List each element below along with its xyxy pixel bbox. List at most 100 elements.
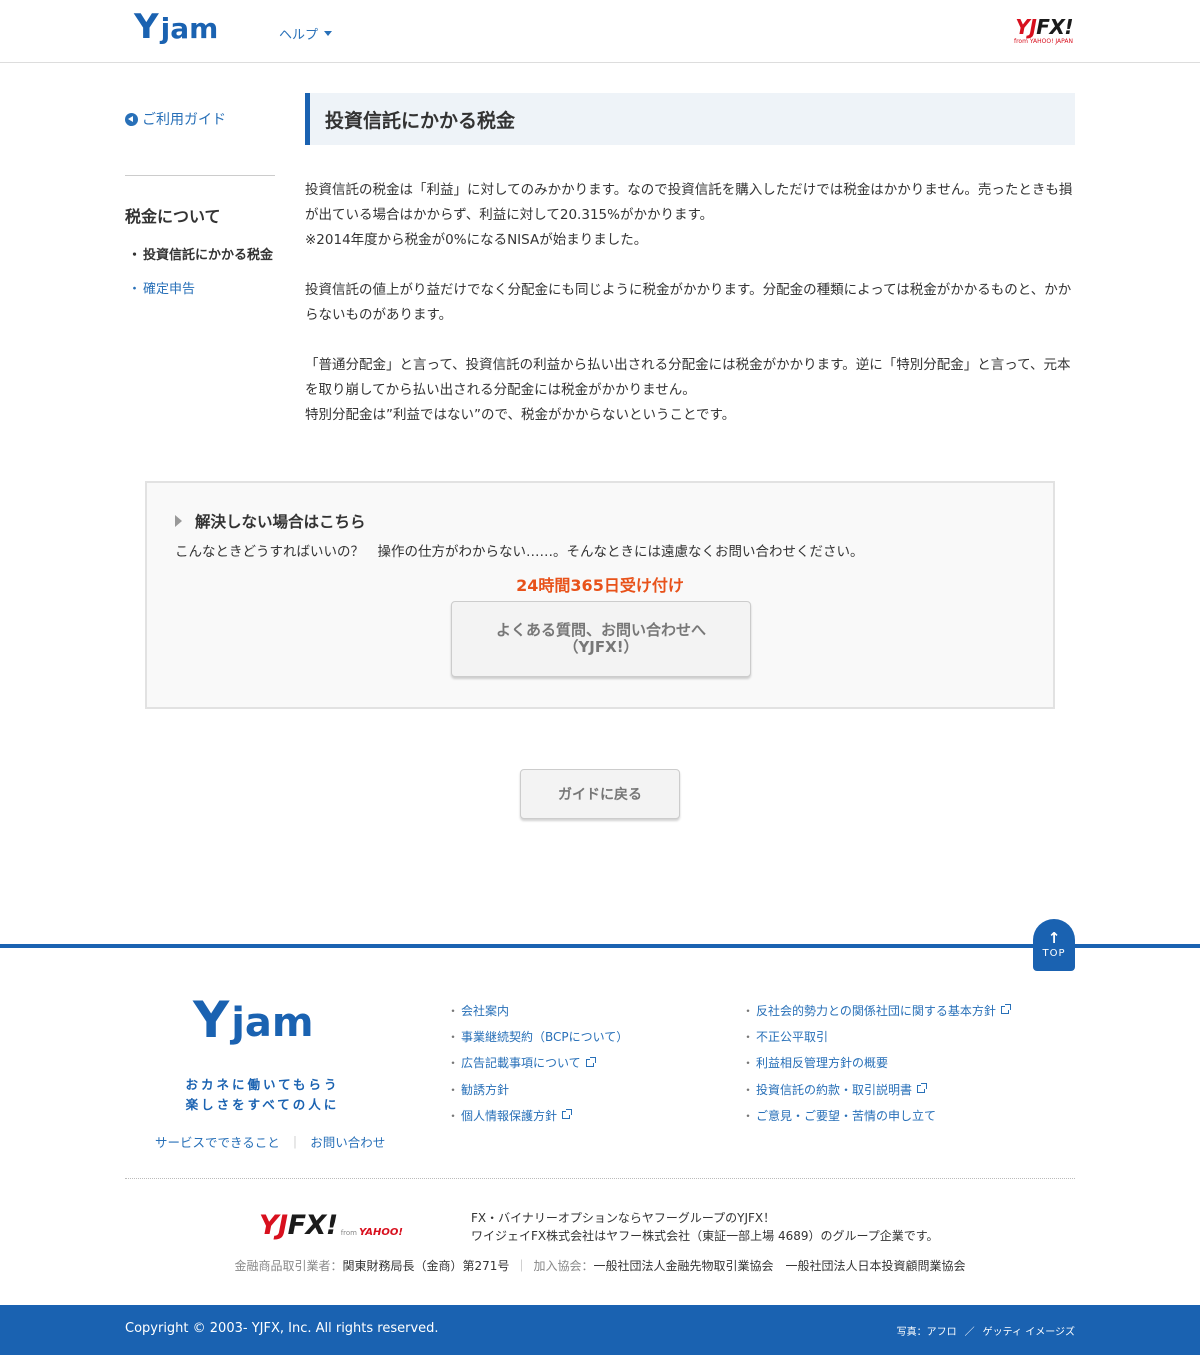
support-hours: 24時間365日受け付け bbox=[516, 576, 684, 595]
copyright: Copyright © 2003- YJFX, Inc. All rights … bbox=[125, 1321, 439, 1336]
footer-link[interactable]: ・事業継続契約（BCPについて） bbox=[447, 1023, 628, 1049]
main-content: 投資信託にかかる税金 投資信託の税金は「利益」に対してのみかかります。なので投資… bbox=[305, 93, 1075, 453]
paragraph-line: 特別分配金は”利益ではない”ので、税金がかからないということです。 bbox=[305, 407, 736, 423]
footer-link[interactable]: ・個人情報保護方針 bbox=[447, 1102, 628, 1128]
footer-company-description: FX・バイナリーオプションならヤフーグループのYJFX！ ワイジェイFX株式会社… bbox=[471, 1209, 939, 1245]
footer-link-label: 広告記載事項について bbox=[461, 1056, 581, 1071]
footer-tagline: おカネに働いてもらう 楽しさをすべての人に bbox=[155, 1075, 370, 1115]
footer-link[interactable]: ・反社会的勢力との関係社団に関する基本方針 bbox=[742, 997, 1011, 1023]
footer-yjfx-mark: YJFX! bbox=[259, 1212, 338, 1239]
footer-link-label: 会社案内 bbox=[461, 1003, 510, 1018]
reg-value: 一般社団法人金融先物取引業協会 一般社団法人日本投資顧問業協会 bbox=[593, 1259, 966, 1273]
guide-link-label: ご利用ガイド bbox=[142, 112, 226, 128]
paragraph-line: 投資信託の値上がり益だけでなく分配金にも同じように税金がかかります。分配金の種類… bbox=[305, 282, 1072, 323]
footer-dotted-divider bbox=[125, 1178, 1075, 1179]
circle-arrow-left-icon bbox=[125, 112, 138, 126]
footer-registration: 金融商品取引業者：関東財務局長（金商）第271号 ｜ 加入協会：一般社団法人金融先物… bbox=[0, 1257, 1200, 1274]
back-to-guide-button[interactable]: ガイドに戻る bbox=[520, 769, 680, 819]
footer-link[interactable]: ・ご意見・ご要望・苦情の申し立て bbox=[742, 1102, 1009, 1128]
description-line: FX・バイナリーオプションならヤフーグループのYJFX！ bbox=[471, 1211, 776, 1225]
footer-link-label: 勧誘方針 bbox=[461, 1082, 510, 1097]
help-heading-text: 解決しない場合はこちら bbox=[195, 513, 366, 531]
footer-link[interactable]: ・広告記載事項について bbox=[447, 1050, 628, 1076]
faq-button-line1: よくある質問、お問い合わせへ bbox=[495, 621, 706, 639]
sidebar-item-label: 投資信託にかかる税金 bbox=[143, 248, 274, 263]
footer-link[interactable]: ・勧誘方針 bbox=[447, 1076, 628, 1102]
bullet: ・ bbox=[128, 248, 142, 263]
yjfx-logo-mark: YJFX! bbox=[1015, 17, 1073, 37]
faq-contact-button[interactable]: よくある質問、お問い合わせへ （YJFX!） bbox=[451, 601, 751, 677]
triangle-right-icon bbox=[175, 515, 182, 527]
brand-yahoo: YAHOO! bbox=[358, 1227, 403, 1238]
separator: ｜ bbox=[288, 1135, 302, 1150]
footer-link[interactable]: ・不正公平取引 bbox=[742, 1023, 1009, 1049]
footer-link-label: 個人情報保護方針 bbox=[461, 1108, 558, 1123]
paragraph-line: 投資信託の税金は「利益」に対してのみかかります。なので投資信託を購入しただけでは… bbox=[305, 182, 1073, 223]
help-box: 解決しない場合はこちら こんなときどうすればいいの？ 操作の仕方がわからない……… bbox=[145, 481, 1055, 709]
footer-yjfx-logo[interactable]: YJFX! from YAHOO! bbox=[259, 1212, 403, 1239]
footer-links-column-1: ・会社案内 ・事業継続契約（BCPについて） ・広告記載事項について ・勧誘方針… bbox=[447, 997, 628, 1128]
brand-yj: YJ bbox=[259, 1210, 288, 1241]
footer-link-label: 利益相反管理方針の概要 bbox=[756, 1056, 889, 1071]
yjam-logo-y: Y bbox=[134, 7, 159, 47]
footer-link-services[interactable]: サービスでできること bbox=[155, 1132, 280, 1151]
footer-link[interactable]: ・投資信託の約款・取引説明書 bbox=[742, 1076, 1009, 1102]
yjam-logo[interactable]: Y jam bbox=[134, 10, 218, 44]
footer-link-contact[interactable]: お問い合わせ bbox=[310, 1132, 385, 1151]
footer-bottom-bar: Copyright © 2003- YJFX, Inc. All rights … bbox=[0, 1305, 1200, 1355]
footer-link[interactable]: ・利益相反管理方針の概要 bbox=[742, 1050, 1009, 1076]
separator: ／ bbox=[964, 1327, 975, 1338]
yjam-logo-text: jam bbox=[160, 12, 219, 45]
article-body: 投資信託の税金は「利益」に対してのみかかります。なので投資信託を購入しただけでは… bbox=[305, 178, 1075, 428]
chevron-down-icon bbox=[324, 31, 333, 36]
help-heading: 解決しない場合はこちら bbox=[175, 510, 366, 532]
external-link-icon bbox=[562, 1109, 573, 1120]
arrow-up-icon: ↑ bbox=[1047, 929, 1061, 947]
footer-links-column-2: ・反社会的勢力との関係社団に関する基本方針 ・不正公平取引 ・利益相反管理方針の… bbox=[742, 997, 1011, 1128]
sidebar-divider bbox=[125, 175, 275, 176]
footer-divider-line bbox=[0, 944, 1200, 948]
help-menu[interactable]: ヘルプ bbox=[279, 24, 333, 43]
reg-value: 関東財務局長（金商）第271号 bbox=[342, 1259, 510, 1273]
footer-link-label: 不正公平取引 bbox=[756, 1029, 829, 1044]
footer-sublinks: サービスでできること ｜ お問い合わせ bbox=[155, 1132, 385, 1151]
reg-key: 金融商品取引業者： bbox=[234, 1259, 343, 1273]
bullet: ・ bbox=[128, 282, 142, 297]
sidebar-item-tax-return[interactable]: ・ 確定申告 bbox=[125, 278, 275, 297]
sidebar-item-investment-tax: ・ 投資信託にかかる税金 bbox=[125, 244, 275, 263]
yjfx-logo[interactable]: YJFX! from YAHOO! JAPAN bbox=[1014, 17, 1074, 45]
paragraph-line: ※2014年度から税金が0%になるNISAが始まりました。 bbox=[305, 232, 648, 248]
guide-link[interactable]: ご利用ガイド bbox=[125, 109, 275, 129]
top-label: TOP bbox=[1042, 948, 1066, 959]
paragraph: 投資信託の値上がり益だけでなく分配金にも同じように税金がかかります。分配金の種類… bbox=[305, 278, 1075, 328]
sidebar: ご利用ガイド 税金について ・ 投資信託にかかる税金 ・ 確定申告 bbox=[125, 93, 275, 297]
external-link-icon bbox=[1000, 1004, 1011, 1015]
footer-link-label: 投資信託の約款・取引説明書 bbox=[756, 1082, 913, 1097]
paragraph: 投資信託の税金は「利益」に対してのみかかります。なので投資信託を購入しただけでは… bbox=[305, 178, 1075, 253]
footer-link[interactable]: ・会社案内 bbox=[447, 997, 628, 1023]
external-link-icon bbox=[917, 1083, 928, 1094]
footer-link-label: ご意見・ご要望・苦情の申し立て bbox=[756, 1108, 937, 1123]
page-title-bar: 投資信託にかかる税金 bbox=[305, 93, 1075, 145]
footer-logo-y: Y bbox=[193, 991, 230, 1049]
description-line: ワイジェイFX株式会社はヤフー株式会社（東証一部上場 4689）のグループ企業で… bbox=[471, 1229, 939, 1243]
photo-credit-1: 写真：アフロ bbox=[896, 1327, 957, 1338]
tagline-line: おカネに働いてもらう bbox=[185, 1077, 340, 1092]
photo-credit: 写真：アフロ ／ ゲッティ イメージズ bbox=[897, 1323, 1075, 1338]
photo-credit-2: ゲッティ イメージズ bbox=[982, 1327, 1075, 1338]
paragraph: 「普通分配金」と言って、投資信託の利益から払い出される分配金には税金がかかります… bbox=[305, 353, 1075, 428]
back-to-top-button[interactable]: ↑ TOP bbox=[1033, 919, 1075, 971]
footer-yjam-logo[interactable]: Y jam bbox=[193, 995, 314, 1045]
paragraph-line: 「普通分配金」と言って、投資信託の利益から払い出される分配金には税金がかかります… bbox=[305, 357, 1071, 398]
brand-fx: FX! bbox=[287, 1210, 339, 1241]
external-link-icon bbox=[585, 1056, 596, 1067]
footer-logo-text: jam bbox=[231, 1000, 314, 1046]
yjfx-logo-yj: YJ bbox=[1015, 15, 1037, 39]
footer-link-label: 事業継続契約（BCPについて） bbox=[461, 1029, 629, 1044]
help-description: こんなときどうすればいいの？ 操作の仕方がわからない……。そんなときには遠慮なく… bbox=[175, 544, 864, 560]
separator: ｜ bbox=[515, 1259, 528, 1273]
sidebar-heading: 税金について bbox=[125, 207, 221, 226]
footer-link-label: 反社会的勢力との関係社団に関する基本方針 bbox=[756, 1003, 996, 1018]
site-header: Y jam ヘルプ YJFX! from YAHOO! JAPAN bbox=[0, 0, 1200, 63]
help-menu-label: ヘルプ bbox=[279, 28, 319, 43]
